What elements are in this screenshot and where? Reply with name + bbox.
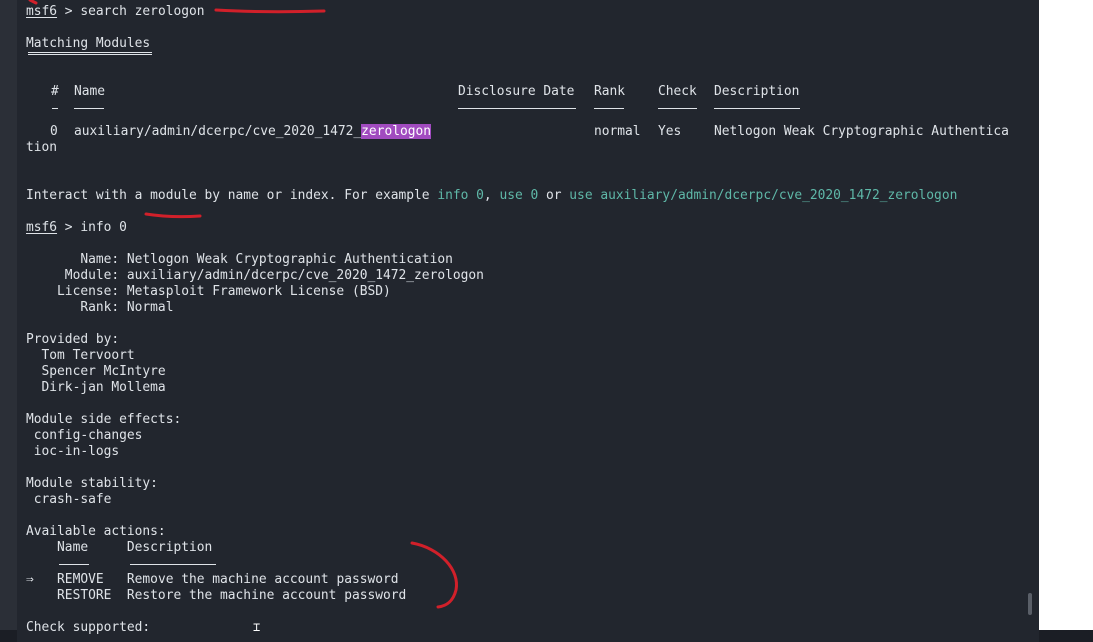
search-command: > search zerologon [57,4,205,19]
text-cursor-icon: ⌶ [253,620,261,634]
hint-use-full-command: use auxiliary/admin/dcerpc/cve_2020_1472… [569,188,958,203]
interact-hint: Interact with a module by name or index.… [26,188,957,204]
prompt-user: msf6 [26,4,58,19]
author-item: Dirk-jan Mollema [26,380,166,395]
col-header-name: Name [74,84,106,99]
col-header-check: Check [658,84,697,99]
col-header-description: Description [714,84,800,99]
col-divider [130,564,216,565]
col-header-rank: Rank [594,84,626,99]
terminal-window[interactable]: msf6 > search zerologon Matching Modules… [17,0,1039,642]
side-effect-item: config-changes [26,428,143,443]
search-prompt-line: msf6 > search zerologon [26,4,205,20]
matching-modules-title: Matching Modules [26,36,151,51]
module-path: auxiliary/admin/dcerpc/cve_2020_1472_ [74,124,362,139]
info-command: > info 0 [57,220,127,235]
selected-action-arrow-icon: ⇒ [26,572,34,587]
side-effects-title: Module side effects: [26,412,182,427]
title-underline [28,52,152,55]
row-index: 0 [50,124,58,139]
hint-info-command: info 0 [437,188,484,203]
check-supported: Check supported: [26,620,151,635]
action-text: REMOVE Remove the machine account passwo… [33,572,399,587]
terminal-scrollbar[interactable] [1028,593,1032,615]
author-item: Tom Tervoort [26,348,135,363]
row-description: Netlogon Weak Cryptographic Authentica [714,124,1009,139]
col-divider [714,108,800,109]
background-strip [0,0,17,630]
info-license: License: Metasploit Framework License (B… [26,284,391,299]
info-name: Name: Netlogon Weak Cryptographic Authen… [26,252,453,267]
actions-title: Available actions: [26,524,166,539]
stability-item: crash-safe [26,492,112,507]
hint-separator: , [483,188,500,203]
col-divider [458,108,576,109]
row-description-wrap: tion [26,140,58,155]
row-module-name: auxiliary/admin/dcerpc/cve_2020_1472_zer… [74,124,432,140]
actions-header: Name Description [26,540,213,555]
col-header-num: # [51,84,59,99]
col-divider [52,108,58,109]
col-divider [59,564,89,565]
prompt-user: msf6 [26,220,58,235]
col-header-date: Disclosure Date [458,84,575,99]
side-effect-item: ioc-in-logs [26,444,120,459]
col-divider [74,108,104,109]
col-divider [594,108,624,109]
action-row-restore: RESTORE Restore the machine account pass… [26,588,407,603]
stability-title: Module stability: [26,476,158,491]
desktop-background [1039,0,1093,630]
info-prompt-line: msf6 > info 0 [26,220,127,236]
hint-separator: or [538,188,570,203]
info-rank: Rank: Normal [26,300,174,315]
col-divider [658,108,697,109]
info-module: Module: auxiliary/admin/dcerpc/cve_2020_… [26,268,484,283]
hint-text: Interact with a module by name or index.… [26,188,438,203]
author-item: Spencer McIntyre [26,364,166,379]
row-rank: normal [594,124,641,139]
provided-by-title: Provided by: [26,332,120,347]
action-row-remove: ⇒ REMOVE Remove the machine account pass… [26,572,399,588]
row-check: Yes [658,124,682,139]
hint-use-command: use 0 [499,188,539,203]
search-match-highlight: zerologon [361,124,432,139]
